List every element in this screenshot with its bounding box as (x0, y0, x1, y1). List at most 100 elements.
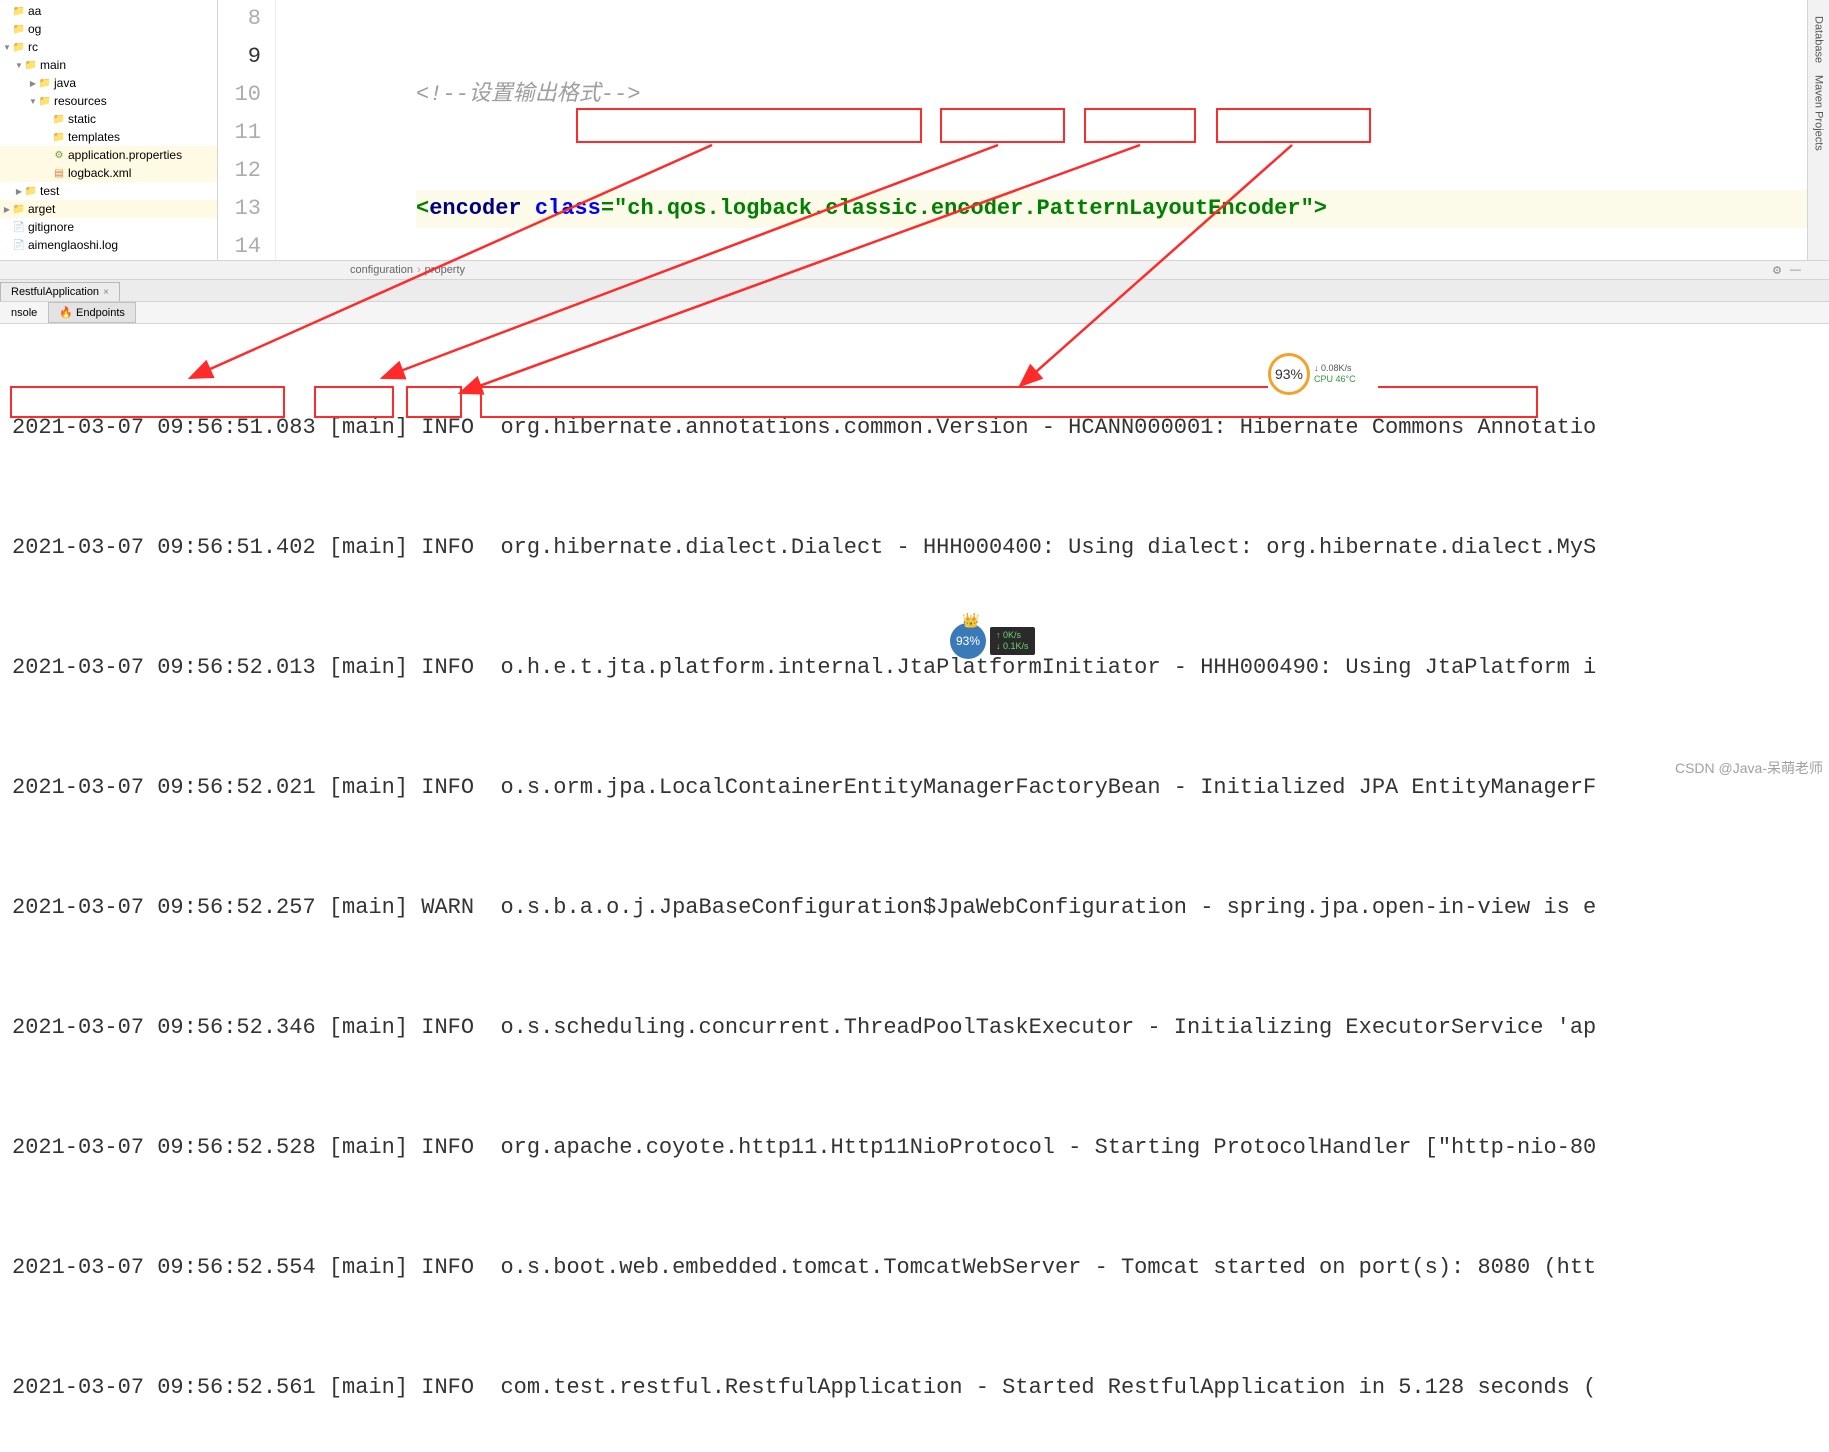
net-up: ↑ 0K/s (996, 630, 1029, 641)
folder-icon: 📁 (12, 22, 26, 36)
folder-icon: 📁 (12, 202, 26, 216)
right-tool-strip: Database Maven Projects (1807, 0, 1829, 260)
log-line: 2021-03-07 09:56:52.021 [main] INFO o.s.… (12, 768, 1817, 808)
sub-tab-bar: nsole 🔥Endpoints (0, 302, 1829, 324)
tab-label: Endpoints (76, 307, 125, 319)
line-gutter: 8 9 10 11 12 13 14 (218, 0, 276, 260)
tree-label: aimenglaoshi.log (28, 238, 118, 252)
code-token: class (535, 196, 601, 221)
close-icon[interactable]: × (103, 287, 109, 298)
code-token: < (416, 196, 429, 221)
tree-item-logback-xml[interactable]: ▤logback.xml (0, 164, 217, 182)
floating-monitor-widget[interactable]: 👑 93% ↑ 0K/s ↓ 0.1K/s (950, 622, 1070, 660)
folder-icon: 📁 (38, 76, 52, 90)
folder-icon: 📁 (52, 130, 66, 144)
tree-label: gitignore (28, 220, 74, 234)
log-line: 2021-03-07 09:56:52.346 [main] INFO o.s.… (12, 1008, 1817, 1048)
console-output[interactable]: 2021-03-07 09:56:51.083 [main] INFO org.… (0, 324, 1829, 1452)
code-content[interactable]: <!--设置输出格式--> <encoder class="ch.qos.log… (276, 0, 1829, 260)
cpu-gauge: 93% (1268, 353, 1310, 395)
tree-item[interactable]: ▶📁arget (0, 200, 217, 218)
chevron-right-icon[interactable]: ▶ (2, 205, 12, 214)
folder-icon: 📁 (12, 40, 26, 54)
folder-icon: 📁 (12, 4, 26, 18)
xml-file-icon: ▤ (52, 166, 66, 180)
code-token: ch.qos.logback.classic.encoder.PatternLa… (627, 196, 1300, 221)
watermark: CSDN @Java-呆萌老师 (1675, 758, 1823, 778)
minus-icon[interactable]: — (1790, 264, 1801, 277)
log-line: 2021-03-07 09:56:52.013 [main] INFO o.h.… (12, 648, 1817, 688)
tree-label: rc (28, 40, 38, 54)
code-token: encoder (429, 196, 521, 221)
chevron-right-icon: › (417, 264, 421, 276)
tree-label: main (40, 58, 66, 72)
tree-label: logback.xml (68, 166, 131, 180)
tree-label: aa (28, 4, 41, 18)
tab-endpoints[interactable]: 🔥Endpoints (48, 302, 136, 323)
cpu-temp: CPU 46°C (1314, 374, 1356, 385)
tree-label: application.properties (68, 148, 182, 162)
tree-label: arget (28, 202, 55, 216)
tree-label: java (54, 76, 76, 90)
tree-item[interactable]: ▼📁rc (0, 38, 217, 56)
tab-console[interactable]: nsole (0, 303, 48, 323)
chevron-down-icon[interactable]: ▼ (2, 43, 12, 52)
run-tab-restful[interactable]: RestfulApplication × (0, 282, 120, 301)
code-token: " (1301, 196, 1314, 221)
line-number: 11 (218, 114, 261, 152)
file-icon: 📄 (12, 220, 26, 234)
network-down: ↓ 0.08K/s (1314, 363, 1356, 374)
project-tree[interactable]: 📁aa 📁og ▼📁rc ▼📁main ▶📁java ▼📁resources 📁… (0, 0, 218, 260)
code-token (522, 196, 535, 221)
crown-icon: 👑 (962, 612, 979, 629)
code-token: > (1314, 196, 1327, 221)
folder-icon: 📁 (24, 184, 38, 198)
chevron-right-icon[interactable]: ▶ (14, 187, 24, 196)
log-line: 2021-03-07 09:56:51.402 [main] INFO org.… (12, 528, 1817, 568)
code-token: " (614, 196, 627, 221)
folder-icon: 📁 (38, 94, 52, 108)
tree-item[interactable]: 📁static (0, 110, 217, 128)
code-token: = (601, 196, 614, 221)
line-number: 13 (218, 190, 261, 228)
tree-item[interactable]: ▼📁resources (0, 92, 217, 110)
line-number: 12 (218, 152, 261, 190)
chevron-down-icon[interactable]: ▼ (28, 97, 38, 106)
breadcrumb-item[interactable]: property (425, 264, 465, 276)
tree-item-application-properties[interactable]: ⚙application.properties (0, 146, 217, 164)
tree-item[interactable]: 📁aa (0, 2, 217, 20)
gear-icon[interactable]: ⚙ (1772, 264, 1782, 277)
line-number: 10 (218, 76, 261, 114)
tree-item[interactable]: 📄gitignore (0, 218, 217, 236)
tree-item[interactable]: 📁og (0, 20, 217, 38)
chevron-down-icon[interactable]: ▼ (14, 61, 24, 70)
tree-item[interactable]: ▼📁main (0, 56, 217, 74)
tree-item[interactable]: 📄aimenglaoshi.log (0, 236, 217, 254)
chevron-right-icon[interactable]: ▶ (28, 79, 38, 88)
tree-label: static (68, 112, 96, 126)
tree-label: resources (54, 94, 107, 108)
tool-window-database[interactable]: Database (1813, 16, 1825, 63)
tree-item[interactable]: 📁templates (0, 128, 217, 146)
net-down: ↓ 0.1K/s (996, 641, 1029, 652)
tree-label: test (40, 184, 59, 198)
tree-item[interactable]: ▶📁java (0, 74, 217, 92)
log-line: 2021-03-07 09:56:52.528 [main] INFO org.… (12, 1128, 1817, 1168)
log-line: 2021-03-07 09:56:51.083 [main] INFO org.… (12, 408, 1817, 448)
tool-window-maven[interactable]: Maven Projects (1813, 75, 1825, 151)
file-icon: 📄 (12, 238, 26, 252)
code-editor[interactable]: 8 9 10 11 12 13 14 <!--设置输出格式--> <encode… (218, 0, 1829, 260)
run-tab-label: RestfulApplication (11, 286, 99, 298)
gear-icon: ⚙ (52, 148, 66, 162)
system-monitor-widget[interactable]: 93% ↓ 0.08K/s CPU 46°C (1268, 354, 1378, 394)
log-line: 2021-03-07 09:56:52.554 [main] INFO o.s.… (12, 1248, 1817, 1288)
breadcrumb-item[interactable]: configuration (350, 264, 413, 276)
line-number: 9 (218, 38, 261, 76)
code-token: <!--设置输出格式--> (416, 82, 640, 107)
tree-item[interactable]: ▶📁test (0, 182, 217, 200)
line-number: 8 (218, 0, 261, 38)
breadcrumb: configuration › property ⚙ — (0, 260, 1829, 280)
tree-label: og (28, 22, 41, 36)
run-tab-bar: RestfulApplication × (0, 280, 1829, 302)
log-line: 2021-03-07 09:56:52.561 [main] INFO com.… (12, 1368, 1817, 1408)
